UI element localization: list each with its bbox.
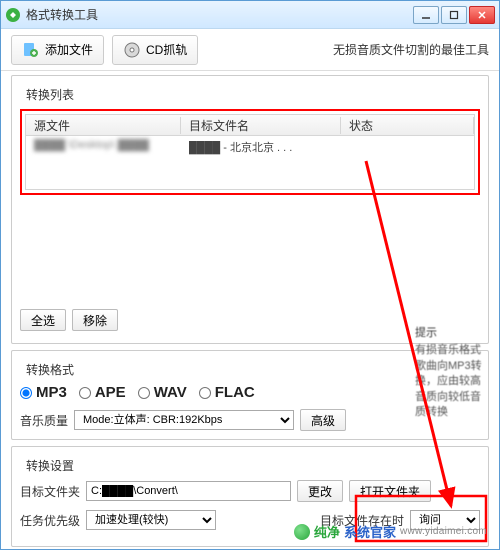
app-window: 格式转换工具 添加文件 CD抓轨 无损音质文件切割的最佳工具 转换列表 bbox=[0, 0, 500, 550]
row-source: ████ \Desktop\ ████ bbox=[26, 139, 181, 155]
cd-grab-button[interactable]: CD抓轨 bbox=[112, 35, 198, 65]
title-bar: 格式转换工具 bbox=[1, 1, 499, 29]
list-group-title: 转换列表 bbox=[22, 86, 78, 103]
quality-row: 音乐质量 Mode:立体声: CBR:192Kbps 高级 bbox=[20, 409, 480, 431]
add-file-icon bbox=[22, 41, 40, 59]
priority-select[interactable]: 加速处理(较快) bbox=[86, 510, 216, 530]
window-controls bbox=[413, 6, 495, 24]
quality-label: 音乐质量 bbox=[20, 412, 68, 429]
add-file-label: 添加文件 bbox=[45, 41, 93, 58]
col-source-header: 源文件 bbox=[26, 117, 181, 134]
change-folder-button[interactable]: 更改 bbox=[297, 480, 343, 502]
col-status-header: 状态 bbox=[341, 117, 474, 134]
row-target: ████ - 北京北京 . . . bbox=[181, 139, 341, 155]
radio-flac[interactable] bbox=[199, 387, 211, 399]
cd-icon bbox=[123, 41, 141, 59]
format-ape-option[interactable]: APE bbox=[79, 384, 126, 401]
list-highlight: 源文件 目标文件名 状态 ████ \Desktop\ ████ ████ - … bbox=[20, 109, 480, 195]
cd-grab-label: CD抓轨 bbox=[146, 41, 187, 58]
format-group-title: 转换格式 bbox=[22, 361, 78, 378]
open-folder-button[interactable]: 打开文件夹 bbox=[349, 480, 431, 502]
list-header: 源文件 目标文件名 状态 bbox=[25, 114, 475, 136]
tagline: 无损音质文件切割的最佳工具 bbox=[333, 41, 489, 58]
watermark-brand1: 纯净 bbox=[314, 522, 340, 541]
format-mp3-option[interactable]: MP3 bbox=[20, 384, 67, 401]
hint-body: 有损音乐格式歌曲向MP3转换，应由较高音质向较低音质转换 bbox=[415, 344, 482, 418]
format-options: MP3 APE WAV FLAC bbox=[20, 384, 480, 401]
advanced-button[interactable]: 高级 bbox=[300, 409, 346, 431]
dest-folder-row: 目标文件夹 更改 打开文件夹 bbox=[20, 480, 480, 502]
content-area: 转换列表 源文件 目标文件名 状态 ████ \Desktop\ ████ ██… bbox=[1, 71, 499, 550]
remove-button[interactable]: 移除 bbox=[72, 309, 118, 331]
format-wav-label: WAV bbox=[154, 384, 187, 401]
format-mp3-label: MP3 bbox=[36, 384, 67, 401]
dest-folder-label: 目标文件夹 bbox=[20, 483, 80, 500]
list-empty-area bbox=[20, 195, 480, 303]
app-icon bbox=[5, 7, 21, 23]
radio-mp3[interactable] bbox=[20, 387, 32, 399]
select-all-button[interactable]: 全选 bbox=[20, 309, 66, 331]
col-target-header: 目标文件名 bbox=[181, 117, 341, 134]
hint-title: 提示 bbox=[415, 326, 487, 341]
table-row[interactable]: ████ \Desktop\ ████ ████ - 北京北京 . . . bbox=[26, 136, 474, 158]
hint-box: 提示 有损音乐格式歌曲向MP3转换，应由较高音质向较低音质转换 bbox=[415, 326, 487, 420]
watermark-brand2: 系统官家 bbox=[344, 522, 396, 541]
radio-wav[interactable] bbox=[138, 387, 150, 399]
minimize-button[interactable] bbox=[413, 6, 439, 24]
list-buttons: 全选 移除 bbox=[20, 309, 480, 331]
format-flac-option[interactable]: FLAC bbox=[199, 384, 255, 401]
dest-folder-input[interactable] bbox=[86, 481, 291, 501]
conversion-list-group: 转换列表 源文件 目标文件名 状态 ████ \Desktop\ ████ ██… bbox=[11, 75, 489, 344]
toolbar: 添加文件 CD抓轨 无损音质文件切割的最佳工具 bbox=[1, 29, 499, 71]
maximize-button[interactable] bbox=[441, 6, 467, 24]
settings-group-title: 转换设置 bbox=[22, 457, 78, 474]
format-flac-label: FLAC bbox=[215, 384, 255, 401]
row-status bbox=[341, 139, 474, 155]
watermark-icon bbox=[294, 524, 310, 540]
watermark-url: www.yidaimei.com bbox=[400, 526, 487, 537]
quality-select[interactable]: Mode:立体声: CBR:192Kbps bbox=[74, 410, 294, 430]
close-button[interactable] bbox=[469, 6, 495, 24]
list-body[interactable]: ████ \Desktop\ ████ ████ - 北京北京 . . . bbox=[25, 136, 475, 190]
window-title: 格式转换工具 bbox=[26, 6, 413, 23]
format-wav-option[interactable]: WAV bbox=[138, 384, 187, 401]
radio-ape[interactable] bbox=[79, 387, 91, 399]
watermark: 纯净 系统官家 www.yidaimei.com bbox=[294, 522, 487, 541]
format-ape-label: APE bbox=[95, 384, 126, 401]
priority-label: 任务优先级 bbox=[20, 512, 80, 529]
add-file-button[interactable]: 添加文件 bbox=[11, 35, 104, 65]
